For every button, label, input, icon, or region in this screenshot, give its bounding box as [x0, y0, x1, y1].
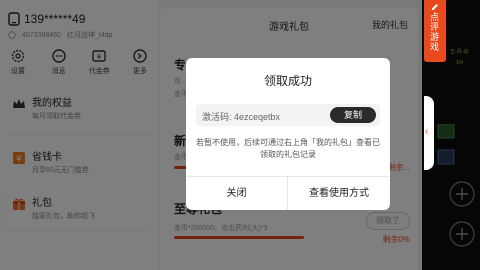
success-dialog: 领取成功 激活码: 4ezceqetbx 复制 若暂不使用，后续可通过右上角「我…	[186, 58, 390, 210]
copy-button[interactable]: 复制	[330, 107, 376, 123]
chevron-left-icon: ‹	[425, 126, 429, 137]
activation-code-box: 激活码: 4ezceqetbx 复制	[196, 104, 380, 126]
close-button[interactable]: 关闭	[186, 177, 287, 210]
view-usage-button[interactable]: 查看使用方式	[288, 177, 390, 210]
review-game-flag[interactable]: 点评游戏	[424, 0, 446, 62]
dialog-tip: 若暂不使用，后续可通过右上角「我的礼包」查看已领取的礼包记录	[196, 138, 380, 159]
dialog-title: 领取成功	[263, 74, 312, 88]
review-game-label: 点评游戏	[430, 12, 440, 52]
collapse-tab[interactable]: ‹	[424, 96, 434, 170]
activation-code: 激活码: 4ezceqetbx	[202, 112, 281, 122]
edit-icon	[432, 4, 438, 10]
